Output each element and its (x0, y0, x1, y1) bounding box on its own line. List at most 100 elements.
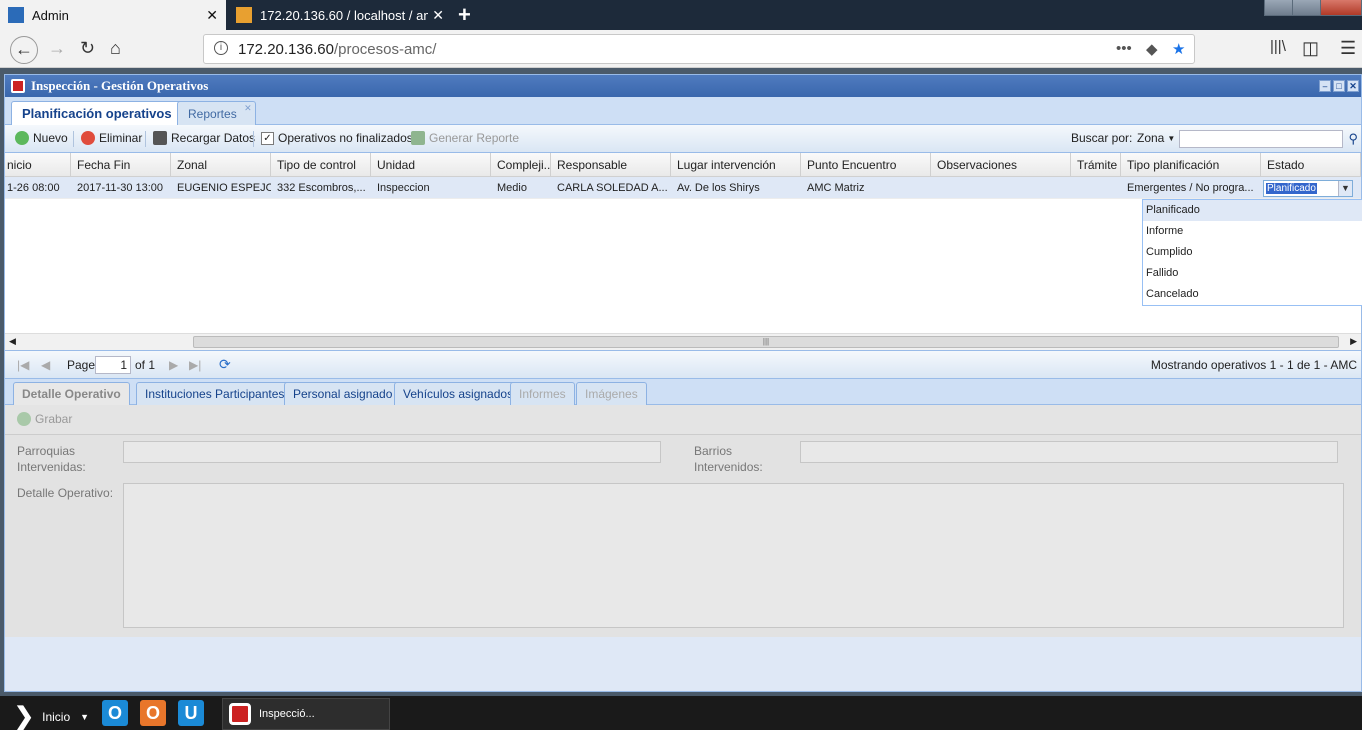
close-tab-icon[interactable]: ✕ (244, 103, 252, 114)
browser-tab-phpmyadmin[interactable]: 172.20.136.60 / localhost / amc ✕ (228, 0, 452, 30)
browser-tab-title: 172.20.136.60 / localhost / amc (260, 7, 428, 23)
sidebar-icon[interactable]: ◫ (1302, 38, 1319, 59)
parroquias-label: Parroquias Intervenidas: (17, 444, 86, 474)
toolbar-separator (73, 131, 74, 147)
close-tab-icon[interactable]: ✕ (432, 7, 444, 24)
nuevo-button[interactable]: Nuevo (15, 131, 68, 145)
column-header[interactable]: nicio (5, 153, 71, 177)
generar-reporte-button[interactable]: Generar Reporte (411, 131, 519, 145)
dropdown-option[interactable]: Informe (1143, 221, 1362, 242)
table-cell: Medio (497, 182, 527, 194)
close-panel-icon[interactable]: ✕ (1347, 80, 1359, 92)
library-icon[interactable]: |||\ (1270, 38, 1286, 55)
scroll-left-icon[interactable]: ◀ (9, 336, 16, 347)
horizontal-scrollbar[interactable]: ◀ ||| ▶ (5, 333, 1361, 350)
search-icon[interactable]: ⚲ (1348, 131, 1358, 147)
reload-icon[interactable]: ↻ (80, 38, 95, 59)
zona-menu-button[interactable]: Zona ▼ (1137, 131, 1175, 145)
menu-icon[interactable]: ☰ (1340, 38, 1356, 59)
quicklaunch-app-icon[interactable]: O (140, 700, 166, 726)
column-header[interactable]: Unidad (371, 153, 491, 177)
dropdown-option[interactable]: Fallido (1143, 263, 1362, 284)
last-page-icon[interactable]: ▶| (189, 358, 201, 372)
detalle-textarea[interactable] (123, 483, 1344, 628)
quicklaunch-app-icon[interactable]: U (178, 700, 204, 726)
close-window-icon[interactable] (1320, 0, 1362, 16)
column-header[interactable]: Tipo planificación (1121, 153, 1261, 177)
barrios-label: Barrios Intervenidos: (694, 444, 763, 474)
column-header[interactable]: Fecha Fin (71, 153, 171, 177)
delete-icon (81, 131, 95, 145)
tab-planificacion[interactable]: Planificación operativos ✕ (11, 101, 191, 125)
barrios-field[interactable] (800, 441, 1338, 463)
maximize-window-icon[interactable] (1292, 0, 1322, 16)
main-tabs: Planificación operativos ✕ Reportes ✕ (5, 97, 1361, 125)
estado-combobox[interactable]: Planificado ▼ (1263, 180, 1353, 197)
scroll-thumb[interactable]: ||| (193, 336, 1339, 348)
browser-navbar: ← → ↻ ⌂ i 172.20.136.60/procesos-amc/ ••… (0, 30, 1362, 68)
browser-tab-title: Admin (32, 7, 69, 23)
taskbar-window-inspeccion[interactable]: Inspecció... (222, 698, 390, 730)
tab-imagenes[interactable]: Imágenes (576, 382, 647, 405)
refresh-icon[interactable]: ⟳ (219, 356, 231, 373)
column-header[interactable]: Responsable (551, 153, 671, 177)
page-actions-icon[interactable]: ••• (1116, 40, 1132, 57)
column-header[interactable]: Zonal (171, 153, 271, 177)
info-icon[interactable]: i (214, 41, 228, 55)
minimize-panel-icon[interactable]: – (1319, 80, 1331, 92)
browser-tab-admin[interactable]: Admin ✕ (0, 0, 226, 30)
close-tab-icon[interactable]: ✕ (206, 7, 218, 24)
no-finalizados-checkbox[interactable]: ✓ Operativos no finalizados (261, 131, 413, 145)
grid-header: nicio Fecha Fin Zonal Tipo de control Un… (5, 153, 1361, 177)
minimize-window-icon[interactable] (1264, 0, 1294, 16)
parroquias-field[interactable] (123, 441, 661, 463)
maximize-panel-icon[interactable]: □ (1333, 80, 1345, 92)
forward-icon[interactable]: → (48, 38, 66, 59)
tab-vehiculos[interactable]: Vehículos asignados (394, 382, 523, 405)
buscar-por-label: Buscar por: (1071, 131, 1133, 145)
column-header[interactable]: Trámite (1071, 153, 1121, 177)
prev-page-icon[interactable]: ◀ (41, 358, 50, 372)
search-input[interactable]: ⚲ (1179, 130, 1358, 148)
url-bar[interactable]: i 172.20.136.60/procesos-amc/ ••• ◆ ★ (203, 34, 1195, 64)
page-number-input[interactable]: 1 (95, 356, 131, 374)
column-header[interactable]: Compleji... (491, 153, 551, 177)
column-header[interactable]: Observaciones (931, 153, 1071, 177)
start-button[interactable]: ❯ Inicio ▼ (14, 702, 89, 730)
next-page-icon[interactable]: ▶ (169, 358, 178, 372)
tab-personal[interactable]: Personal asignado (284, 382, 402, 405)
scroll-right-icon[interactable]: ▶ (1350, 336, 1357, 347)
chevron-down-icon[interactable]: ▼ (1338, 181, 1352, 196)
new-tab-icon[interactable]: + (458, 2, 471, 28)
tab-detalle-operativo[interactable]: Detalle Operativo (13, 382, 130, 405)
url-text: 172.20.136.60/procesos-amc/ (238, 41, 436, 58)
pocket-icon[interactable]: ◆ (1146, 40, 1158, 58)
quicklaunch-app-icon[interactable]: O (102, 700, 128, 726)
estado-selected-value: Planificado (1266, 183, 1317, 194)
page-label: Page (67, 358, 96, 372)
recargar-button[interactable]: Recargar Datos (153, 131, 255, 145)
table-cell: Inspeccion (377, 182, 430, 194)
column-header[interactable]: Estado (1261, 153, 1361, 177)
dropdown-option[interactable]: Planificado (1143, 200, 1362, 221)
page-count-label: of 1 (135, 358, 156, 372)
column-header[interactable]: Punto Encuentro (801, 153, 931, 177)
grabar-button[interactable]: Grabar (17, 412, 72, 426)
url-path: /procesos-amc/ (333, 41, 437, 58)
column-header[interactable]: Lugar intervención (671, 153, 801, 177)
tab-informes[interactable]: Informes (510, 382, 575, 405)
first-page-icon[interactable]: |◀ (17, 358, 29, 372)
table-row[interactable]: 1-26 08:00 2017-11-30 13:00 EUGENIO ESPE… (5, 177, 1361, 199)
detail-tabs: Detalle Operativo Instituciones Particip… (5, 379, 1361, 405)
tab-reportes[interactable]: Reportes ✕ (177, 101, 256, 125)
home-icon[interactable]: ⌂ (110, 38, 121, 59)
eliminar-button[interactable]: Eliminar (81, 131, 142, 145)
bookmark-star-icon[interactable]: ★ (1172, 40, 1185, 58)
start-logo-icon: ❯ (14, 703, 35, 730)
column-header[interactable]: Tipo de control (271, 153, 371, 177)
dropdown-option[interactable]: Cancelado (1143, 284, 1362, 305)
back-icon[interactable]: ← (10, 36, 38, 64)
tab-instituciones[interactable]: Instituciones Participantes (136, 382, 294, 405)
dropdown-option[interactable]: Cumplido (1143, 242, 1362, 263)
add-icon (15, 131, 29, 145)
